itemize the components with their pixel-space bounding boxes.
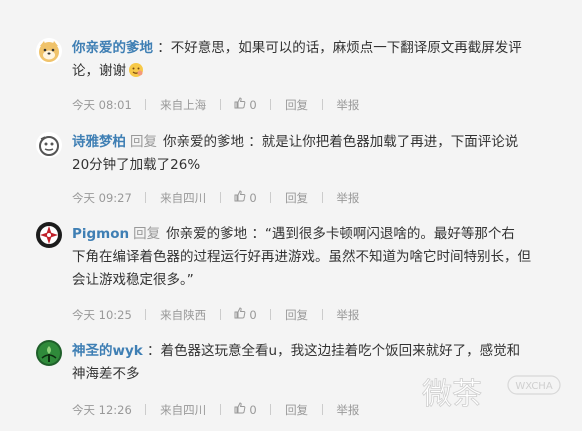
reply-button[interactable]: 回复 (285, 308, 308, 322)
comment-body: 20分钟了加载了26% (72, 157, 201, 173)
divider (321, 404, 323, 415)
divider (270, 99, 272, 110)
report-button[interactable]: 举报 (336, 98, 359, 112)
divider (145, 309, 147, 320)
reply-target-link[interactable]: 你亲爱的爹地 (166, 226, 247, 242)
comment-location: 来自上海 (160, 97, 207, 112)
comment-body: ：就是让你把着色器加载了再进，下面评论说 (248, 134, 519, 150)
report-button[interactable]: 举报 (336, 403, 359, 417)
username-link[interactable]: Pigmon (72, 226, 129, 242)
comment-body: ：不好意思，如果可以的话，麻烦点一下翻译原文再截屏发评 (157, 40, 522, 56)
comment-body: ：“遇到很多卡顿啊闪退啥的。最好等那个右 (251, 226, 515, 242)
comment-meta: 今天 12:26 来自四川 0 回复 举报 (72, 402, 359, 417)
divider (219, 192, 221, 203)
watermark-cn: 微茶 (422, 377, 482, 412)
reply-button[interactable]: 回复 (285, 98, 308, 112)
divider (145, 404, 147, 415)
comment-meta: 今天 10:25 来自陕西 0 回复 举报 (72, 307, 359, 322)
comment-time: 今天 09:27 (72, 190, 132, 205)
divider (219, 99, 221, 110)
divider (321, 192, 323, 203)
divider (219, 404, 221, 415)
divider (219, 309, 221, 320)
username-link[interactable]: 你亲爱的爹地 (72, 40, 153, 56)
comment-text: Pigmon 回复 你亲爱的爹地 ：“遇到很多卡顿啊闪退啥的。最好等那个右 下角在编… (72, 223, 552, 292)
comment-body: 神海差不多 (72, 366, 140, 382)
divider (270, 309, 272, 320)
comment-time: 今天 10:25 (72, 307, 132, 322)
like-count: 0 (249, 191, 257, 205)
thumbs-up-icon (234, 190, 246, 202)
like-button[interactable]: 0 (234, 190, 257, 205)
comment-meta: 今天 09:27 来自四川 0 回复 举报 (72, 190, 359, 205)
comment-body: 下角在编译着色器的过程运行好再进游戏。虽然不知道为啥它时间特别长，但 (72, 249, 531, 265)
username-link[interactable]: 神圣的wyk (72, 343, 143, 359)
comment-time: 今天 12:26 (72, 402, 132, 417)
like-count: 0 (249, 308, 257, 322)
watermark-logo: 微茶 WXCHA (420, 368, 580, 418)
comment-body: ：着色器这玩意全看u，我这边挂着吃个饭回来就好了，感觉和 (147, 343, 521, 359)
reply-button[interactable]: 回复 (285, 403, 308, 417)
thumbs-up-icon (234, 307, 246, 319)
avatar[interactable] (36, 38, 62, 64)
watermark-en: WXCHA (515, 381, 553, 392)
comment-location: 来自四川 (160, 402, 207, 417)
like-count: 0 (249, 403, 257, 417)
avatar[interactable] (36, 132, 62, 158)
thumbs-up-icon (234, 402, 246, 414)
like-button[interactable]: 0 (234, 402, 257, 417)
reply-target-link[interactable]: 你亲爱的爹地 (163, 134, 244, 150)
avatar[interactable] (36, 222, 62, 248)
divider (270, 404, 272, 415)
divider (145, 192, 147, 203)
username-link[interactable]: 诗雅梦柏 (72, 134, 126, 150)
divider (145, 99, 147, 110)
report-button[interactable]: 举报 (336, 308, 359, 322)
comment-body: 论，谢谢 (72, 63, 126, 79)
report-button[interactable]: 举报 (336, 191, 359, 205)
comment-location: 来自四川 (160, 190, 207, 205)
avatar[interactable] (36, 340, 62, 366)
comment-meta: 今天 08:01 来自上海 0 回复 举报 (72, 97, 359, 112)
comment-body: 会让游戏稳定很多。” (72, 272, 194, 288)
divider (270, 192, 272, 203)
reply-button[interactable]: 回复 (285, 191, 308, 205)
comment-time: 今天 08:01 (72, 97, 132, 112)
reply-keyword: 回复 (130, 134, 157, 150)
divider (321, 309, 323, 320)
thumbs-up-icon (234, 97, 246, 109)
comment-text: 诗雅梦柏 回复 你亲爱的爹地 ：就是让你把着色器加载了再进，下面评论说 20分钟了加… (72, 131, 552, 177)
like-button[interactable]: 0 (234, 97, 257, 112)
like-count: 0 (249, 98, 257, 112)
like-button[interactable]: 0 (234, 307, 257, 322)
emoji-icon (128, 62, 144, 78)
divider (321, 99, 323, 110)
reply-keyword: 回复 (133, 226, 161, 242)
comment-location: 来自陕西 (160, 307, 207, 322)
comment-text: 你亲爱的爹地 ：不好意思，如果可以的话，麻烦点一下翻译原文再截屏发评 论，谢谢 (72, 37, 552, 83)
